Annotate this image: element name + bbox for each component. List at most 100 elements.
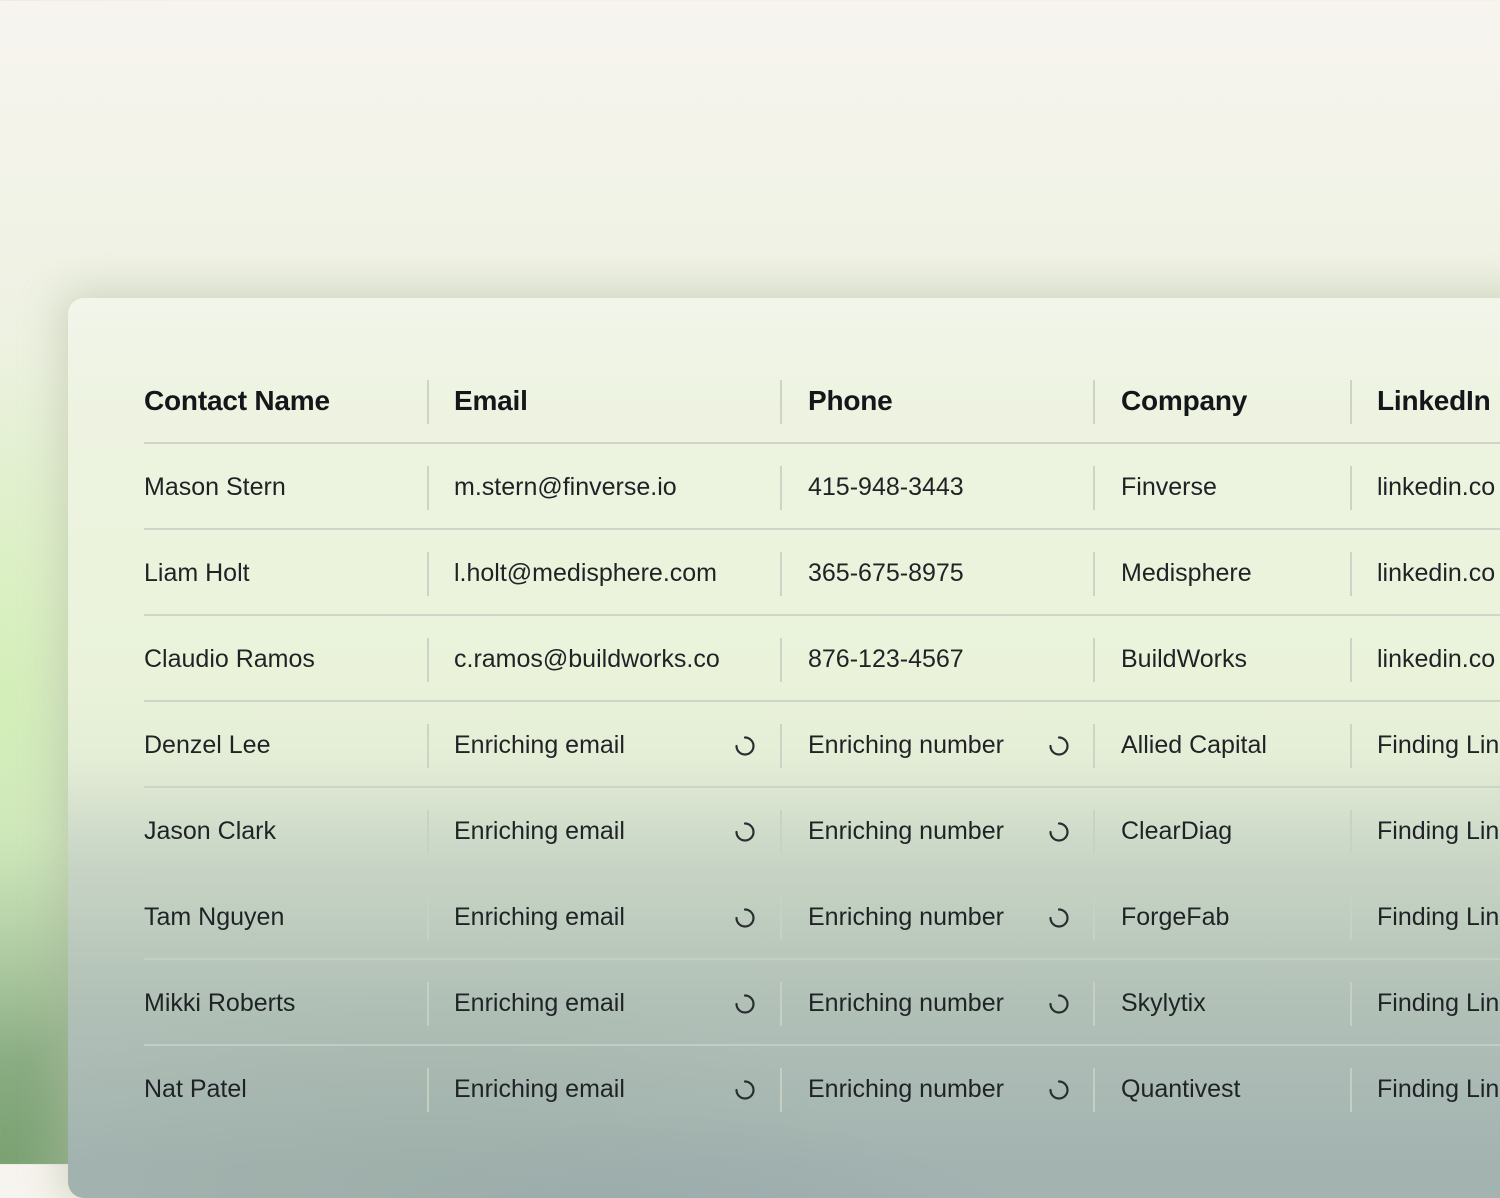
column-divider — [1093, 982, 1095, 1026]
column-divider — [427, 810, 429, 854]
column-divider — [1093, 1068, 1095, 1112]
cell-company[interactable]: ClearDiag — [1121, 788, 1341, 874]
column-divider[interactable] — [1350, 380, 1352, 424]
table-row[interactable]: Liam Holt l.holt@medisphere.com 365-675-89… — [144, 530, 1500, 616]
column-divider — [1093, 552, 1095, 596]
table-row[interactable]: Tam Nguyen Enriching email Enriching numbe… — [144, 874, 1500, 960]
column-divider — [427, 896, 429, 940]
cell-phone[interactable]: Enriching number — [808, 960, 1068, 1046]
cell-email[interactable]: Enriching email — [454, 960, 744, 1046]
cell-contact-name[interactable]: Claudio Ramos — [144, 616, 414, 702]
loading-spinner-icon — [1048, 821, 1070, 843]
column-header-phone[interactable]: Phone — [808, 358, 1068, 444]
cell-linkedin[interactable]: Finding Lin — [1377, 702, 1500, 788]
column-divider — [1093, 466, 1095, 510]
cell-company[interactable]: ForgeFab — [1121, 874, 1341, 960]
column-divider — [1350, 466, 1352, 510]
cell-linkedin[interactable]: linkedin.co — [1377, 616, 1500, 702]
loading-spinner-icon — [1048, 1079, 1070, 1101]
cell-phone[interactable]: Enriching number — [808, 874, 1068, 960]
cell-contact-name[interactable]: Liam Holt — [144, 530, 414, 616]
column-divider — [427, 982, 429, 1026]
table-header-row: Contact Name Email Phone Company LinkedI… — [144, 358, 1500, 444]
loading-spinner-icon — [1048, 735, 1070, 757]
column-divider — [1350, 810, 1352, 854]
cell-phone[interactable]: Enriching number — [808, 1046, 1068, 1132]
cell-contact-name[interactable]: Jason Clark — [144, 788, 414, 874]
cell-email[interactable]: c.ramos@buildworks.co — [454, 616, 744, 702]
loading-spinner-icon — [734, 907, 756, 929]
column-divider — [1093, 638, 1095, 682]
cell-phone[interactable]: Enriching number — [808, 788, 1068, 874]
cell-company[interactable]: Allied Capital — [1121, 702, 1341, 788]
column-divider — [1350, 1068, 1352, 1112]
column-divider — [780, 466, 782, 510]
column-divider — [780, 810, 782, 854]
table-row[interactable]: Jason Clark Enriching email Enriching numb… — [144, 788, 1500, 874]
cell-phone[interactable]: 415-948-3443 — [808, 444, 1068, 530]
column-divider — [780, 896, 782, 940]
cell-contact-name[interactable]: Mason Stern — [144, 444, 414, 530]
cell-company[interactable]: Finverse — [1121, 444, 1341, 530]
column-divider — [427, 1068, 429, 1112]
cell-email[interactable]: Enriching email — [454, 1046, 744, 1132]
cell-linkedin[interactable]: Finding Lin — [1377, 788, 1500, 874]
table-row[interactable]: Denzel Lee Enriching email Enriching numbe… — [144, 702, 1500, 788]
cell-company[interactable]: BuildWorks — [1121, 616, 1341, 702]
column-divider[interactable] — [780, 380, 782, 424]
column-divider — [1093, 896, 1095, 940]
column-divider — [780, 724, 782, 768]
loading-spinner-icon — [734, 735, 756, 757]
column-divider — [1093, 810, 1095, 854]
cell-contact-name[interactable]: Mikki Roberts — [144, 960, 414, 1046]
column-header-company[interactable]: Company — [1121, 358, 1341, 444]
column-divider — [1350, 896, 1352, 940]
cell-linkedin[interactable]: linkedin.co — [1377, 444, 1500, 530]
cell-linkedin[interactable]: Finding Lin — [1377, 960, 1500, 1046]
cell-phone[interactable]: Enriching number — [808, 702, 1068, 788]
cell-email[interactable]: l.holt@medisphere.com — [454, 530, 744, 616]
column-divider — [1350, 638, 1352, 682]
cell-contact-name[interactable]: Tam Nguyen — [144, 874, 414, 960]
column-divider — [1350, 982, 1352, 1026]
cell-contact-name[interactable]: Denzel Lee — [144, 702, 414, 788]
cell-email[interactable]: Enriching email — [454, 874, 744, 960]
cell-company[interactable]: Skylytix — [1121, 960, 1341, 1046]
column-divider[interactable] — [1093, 380, 1095, 424]
loading-spinner-icon — [734, 993, 756, 1015]
loading-spinner-icon — [734, 1079, 756, 1101]
cell-contact-name[interactable]: Nat Patel — [144, 1046, 414, 1132]
column-divider — [427, 552, 429, 596]
column-header-contact-name[interactable]: Contact Name — [144, 358, 414, 444]
cell-email[interactable]: m.stern@finverse.io — [454, 444, 744, 530]
column-divider — [780, 1068, 782, 1112]
cell-phone[interactable]: 876-123-4567 — [808, 616, 1068, 702]
table-row[interactable]: Claudio Ramos c.ramos@buildworks.co 876-12… — [144, 616, 1500, 702]
table-row[interactable]: Mason Stern m.stern@finverse.io 415-948-34… — [144, 444, 1500, 530]
column-divider — [1093, 724, 1095, 768]
column-divider — [427, 466, 429, 510]
column-divider — [427, 724, 429, 768]
column-divider — [1350, 552, 1352, 596]
column-divider — [780, 638, 782, 682]
cell-email[interactable]: Enriching email — [454, 702, 744, 788]
table-row[interactable]: Nat Patel Enriching email Enriching number… — [144, 1046, 1500, 1132]
loading-spinner-icon — [734, 821, 756, 843]
contacts-table-card: Contact Name Email Phone Company LinkedI… — [68, 298, 1500, 1198]
cell-phone[interactable]: 365-675-8975 — [808, 530, 1068, 616]
cell-linkedin[interactable]: Finding Lin — [1377, 874, 1500, 960]
cell-email[interactable]: Enriching email — [454, 788, 744, 874]
column-header-linkedin[interactable]: LinkedIn — [1377, 358, 1500, 444]
table-row[interactable]: Mikki Roberts Enriching email Enriching nu… — [144, 960, 1500, 1046]
cell-linkedin[interactable]: linkedin.co — [1377, 530, 1500, 616]
loading-spinner-icon — [1048, 993, 1070, 1015]
column-divider — [780, 982, 782, 1026]
column-divider — [780, 552, 782, 596]
cell-company[interactable]: Medisphere — [1121, 530, 1341, 616]
loading-spinner-icon — [1048, 907, 1070, 929]
cell-company[interactable]: Quantivest — [1121, 1046, 1341, 1132]
cell-linkedin[interactable]: Finding Lin — [1377, 1046, 1500, 1132]
column-header-email[interactable]: Email — [454, 358, 744, 444]
column-divider — [427, 638, 429, 682]
column-divider[interactable] — [427, 380, 429, 424]
